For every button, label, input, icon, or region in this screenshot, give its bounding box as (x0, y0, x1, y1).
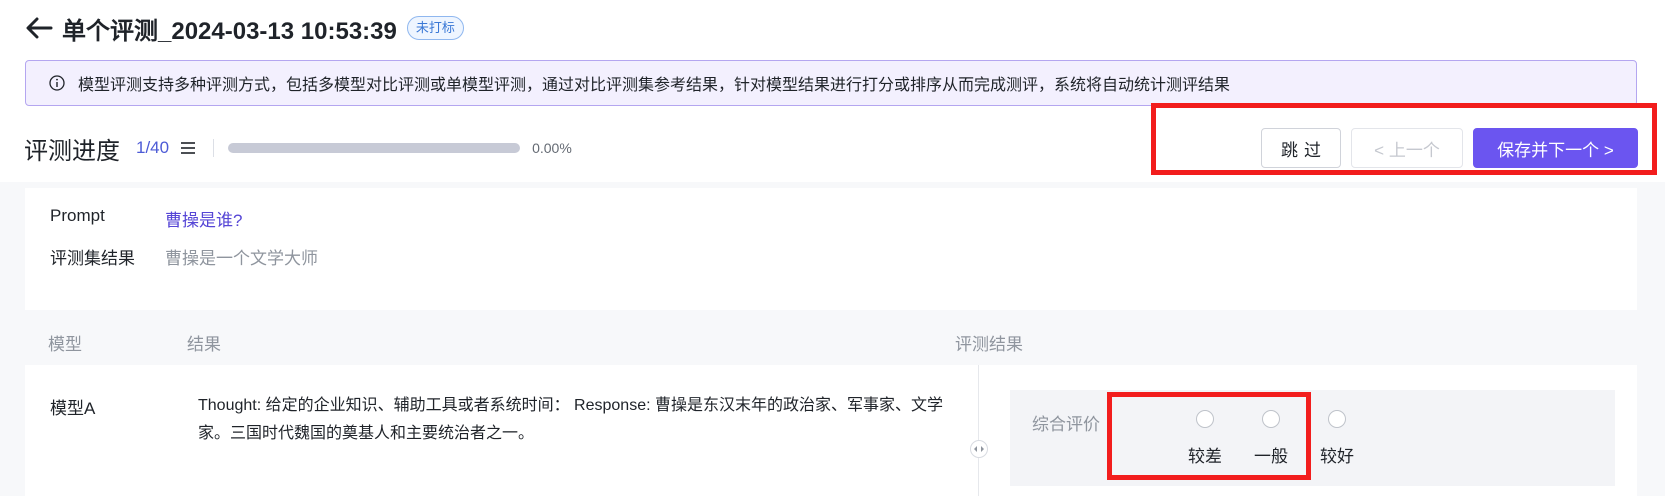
rating-option-average[interactable]: 一般 (1251, 410, 1291, 467)
divider (213, 139, 215, 157)
skip-button[interactable]: 跳过 (1261, 128, 1341, 168)
evaluation-label: 综合评价 (1032, 415, 1100, 434)
info-notice: 模型评测支持多种评测方式，包括多模型对比评测或单模型评测，通过对比评测集参考结果… (25, 60, 1637, 106)
progress-row: 评测进度 1/40 0.00% (24, 130, 572, 166)
action-buttons: 跳过 < 上一个 保存并下一个 > (1261, 128, 1638, 168)
prompt-row: Prompt 曹操是谁? (50, 206, 242, 231)
status-badge: 未打标 (406, 16, 464, 40)
prompt-label: Prompt (50, 206, 105, 225)
progress-percent: 0.00% (532, 140, 572, 156)
radio-button[interactable] (1262, 410, 1280, 428)
progress-title: 评测进度 (24, 137, 120, 165)
header-evaluation: 评测结果 (955, 335, 1023, 354)
arrow-left-icon[interactable] (24, 13, 54, 43)
model-name: 模型A (50, 399, 96, 418)
rating-option-poor[interactable]: 较差 (1185, 410, 1225, 467)
notice-text: 模型评测支持多种评测方式，包括多模型对比评测或单模型评测，通过对比评测集参考结果… (78, 77, 1231, 94)
prompt-card: Prompt 曹操是谁? 评测集结果 曹操是一个文学大师 (25, 188, 1637, 310)
model-result: Thought: 给定的企业知识、辅助工具或者系统时间： Response: 曹… (198, 397, 943, 442)
list-icon[interactable] (179, 139, 197, 157)
rating-option-good[interactable]: 较好 (1317, 410, 1357, 467)
rating-radio-group: 较差 一般 较好 (1185, 410, 1357, 467)
header-model: 模型 (48, 335, 82, 354)
column-divider (978, 365, 979, 496)
save-next-button[interactable]: 保存并下一个 > (1473, 128, 1638, 168)
reference-label: 评测集结果 (50, 249, 135, 268)
page-header: 单个评测_2024-03-13 10:53:39 未打标 (24, 10, 464, 46)
header-result: 结果 (187, 335, 221, 354)
progress-bar (228, 143, 521, 153)
rating-label: 较好 (1320, 447, 1354, 466)
info-icon (48, 74, 66, 92)
rating-label: 较差 (1188, 447, 1222, 466)
prompt-value: 曹操是谁? (165, 211, 243, 230)
rating-label: 一般 (1254, 447, 1288, 466)
drag-handle-icon[interactable] (970, 440, 988, 458)
radio-button[interactable] (1328, 410, 1346, 428)
radio-button[interactable] (1196, 410, 1214, 428)
reference-value: 曹操是一个文学大师 (165, 249, 318, 268)
prev-button[interactable]: < 上一个 (1351, 128, 1463, 168)
progress-count: 1/40 (136, 138, 170, 157)
reference-row: 评测集结果 曹操是一个文学大师 (50, 244, 318, 269)
page-title: 单个评测_2024-03-13 10:53:39 (62, 17, 397, 45)
